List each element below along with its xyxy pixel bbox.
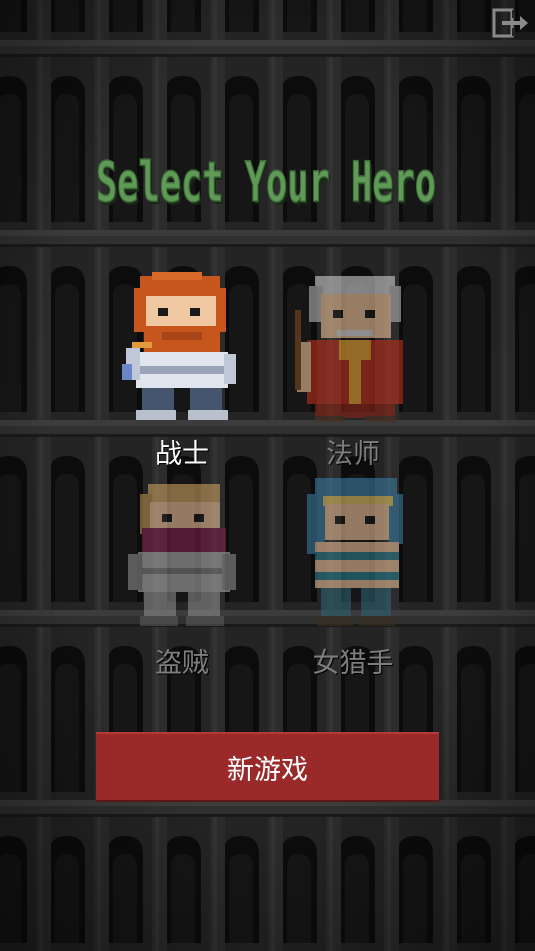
hero-label-mage: 法师 — [326, 439, 380, 470]
new-game-label: 新游戏 — [227, 754, 308, 786]
hero-label-warrior: 战士 — [155, 439, 209, 470]
huntress-sprite — [307, 478, 403, 626]
game-title: Select Your Hero Select Your Hero — [0, 140, 535, 220]
hero-label-rogue: 盗贼 — [155, 648, 209, 679]
hero-mage[interactable]: 法师 — [268, 270, 438, 485]
hero-rogue[interactable]: 盗贼 — [97, 476, 267, 691]
mage-sprite — [295, 276, 403, 422]
hero-huntress[interactable]: 女猎手 — [268, 476, 438, 691]
hero-label-huntress: 女猎手 — [312, 648, 394, 679]
exit-button[interactable] — [490, 6, 530, 40]
hero-warrior[interactable]: 战士 — [97, 270, 267, 485]
warrior-sprite — [122, 272, 236, 420]
exit-door-icon — [492, 8, 528, 38]
rogue-sprite — [128, 484, 236, 626]
new-game-button[interactable]: 新游戏 — [96, 732, 439, 800]
title-text: Select Your Hero — [96, 150, 436, 214]
